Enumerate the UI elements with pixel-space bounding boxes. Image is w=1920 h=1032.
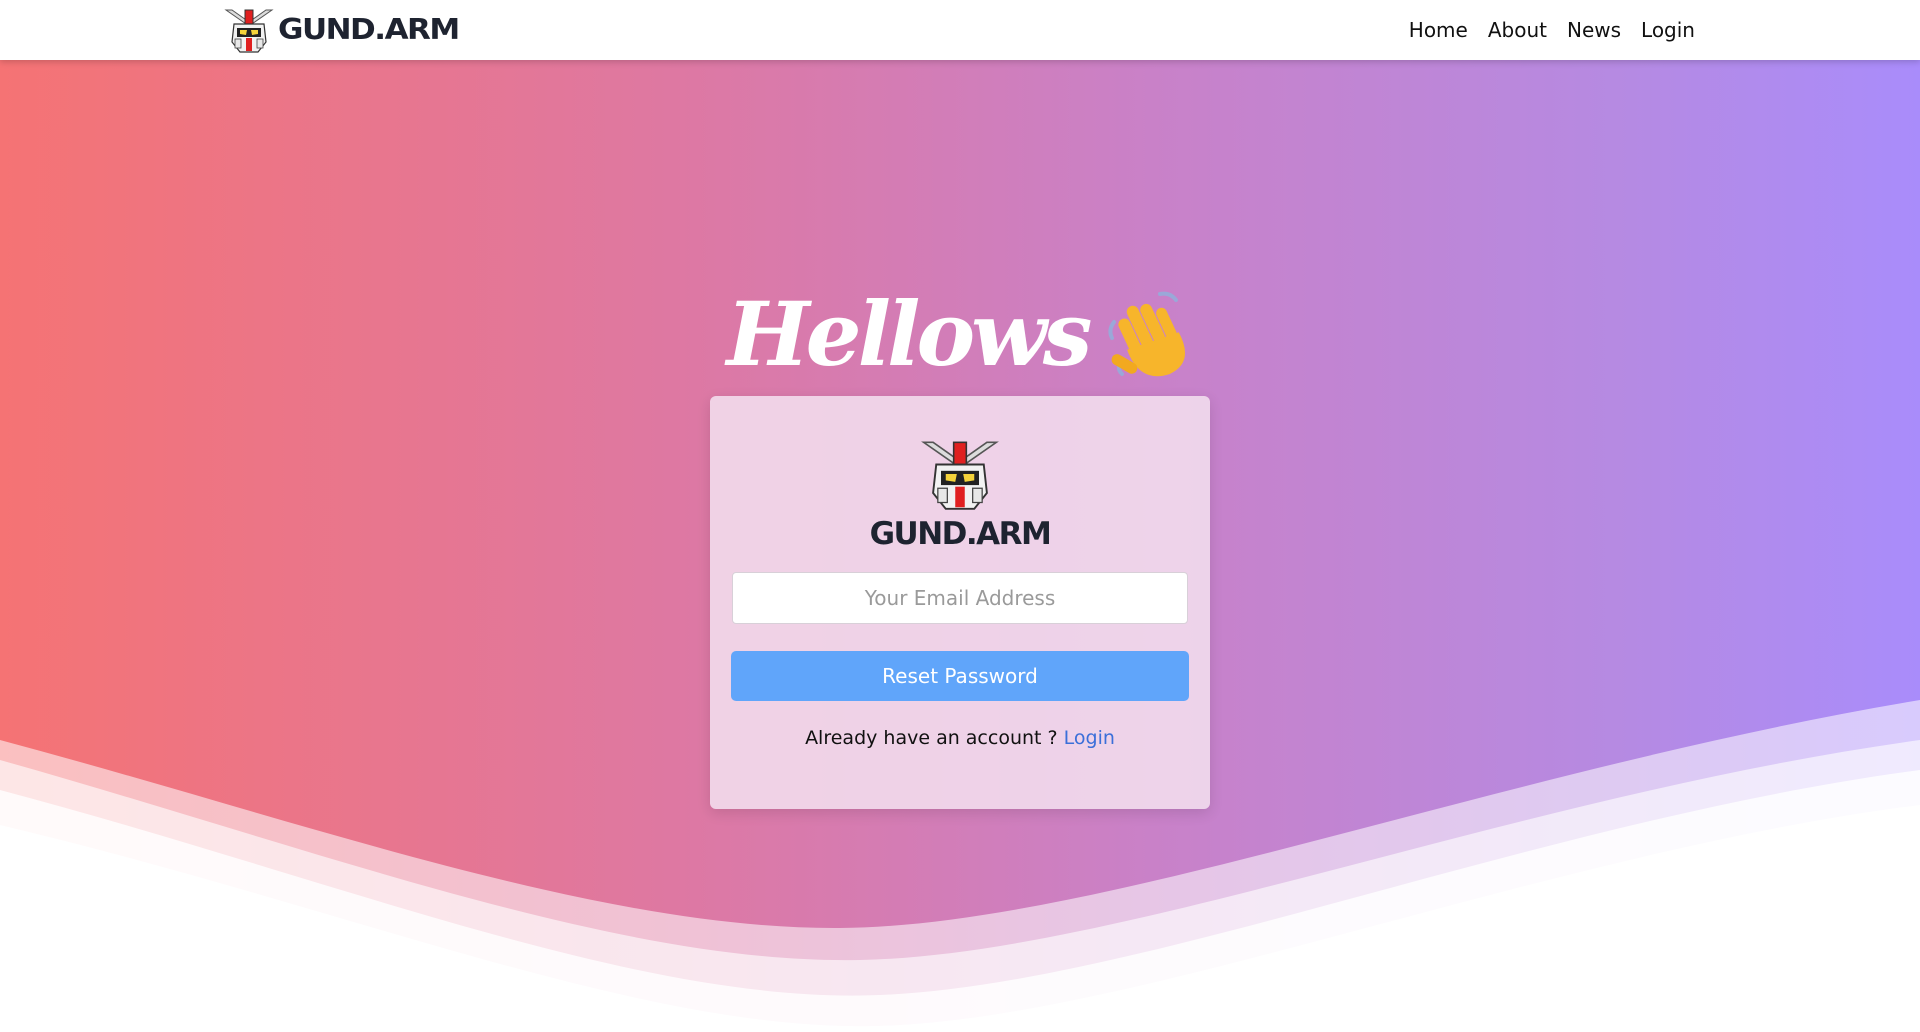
waving-hand-icon — [1107, 291, 1185, 377]
gundam-head-logo-icon — [921, 441, 999, 510]
nav-news-link[interactable]: News — [1567, 18, 1621, 42]
card-brand-name: GUND.ARM — [869, 516, 1052, 552]
nav-about-link[interactable]: About — [1488, 18, 1547, 42]
brand-logo-link[interactable]: GUND.ARM — [222, 5, 460, 55]
greeting-text: Hellows — [726, 282, 1092, 386]
email-field[interactable] — [732, 572, 1188, 624]
greeting-heading: Hellows — [0, 282, 1920, 386]
nav-links: Home About News Login — [1409, 0, 1695, 60]
gundam-head-logo-icon — [224, 9, 274, 53]
login-link[interactable]: Login — [1064, 727, 1115, 749]
hero-section: Hellows GUND.ARM Your Email Address Rese… — [0, 60, 1920, 1032]
account-prompt-text: Already have an account ? — [805, 727, 1058, 749]
reset-password-button[interactable]: Reset Password — [731, 651, 1189, 701]
reset-password-card: GUND.ARM Reset Password Already have an … — [710, 396, 1210, 809]
account-prompt-line: Already have an account ? Login — [710, 727, 1210, 749]
nav-home-link[interactable]: Home — [1409, 18, 1468, 42]
top-navbar: GUND.ARM Home About News Login — [0, 0, 1920, 60]
brand-name: GUND.ARM — [278, 13, 460, 47]
nav-login-link[interactable]: Login — [1641, 18, 1695, 42]
card-logo — [710, 436, 1210, 512]
